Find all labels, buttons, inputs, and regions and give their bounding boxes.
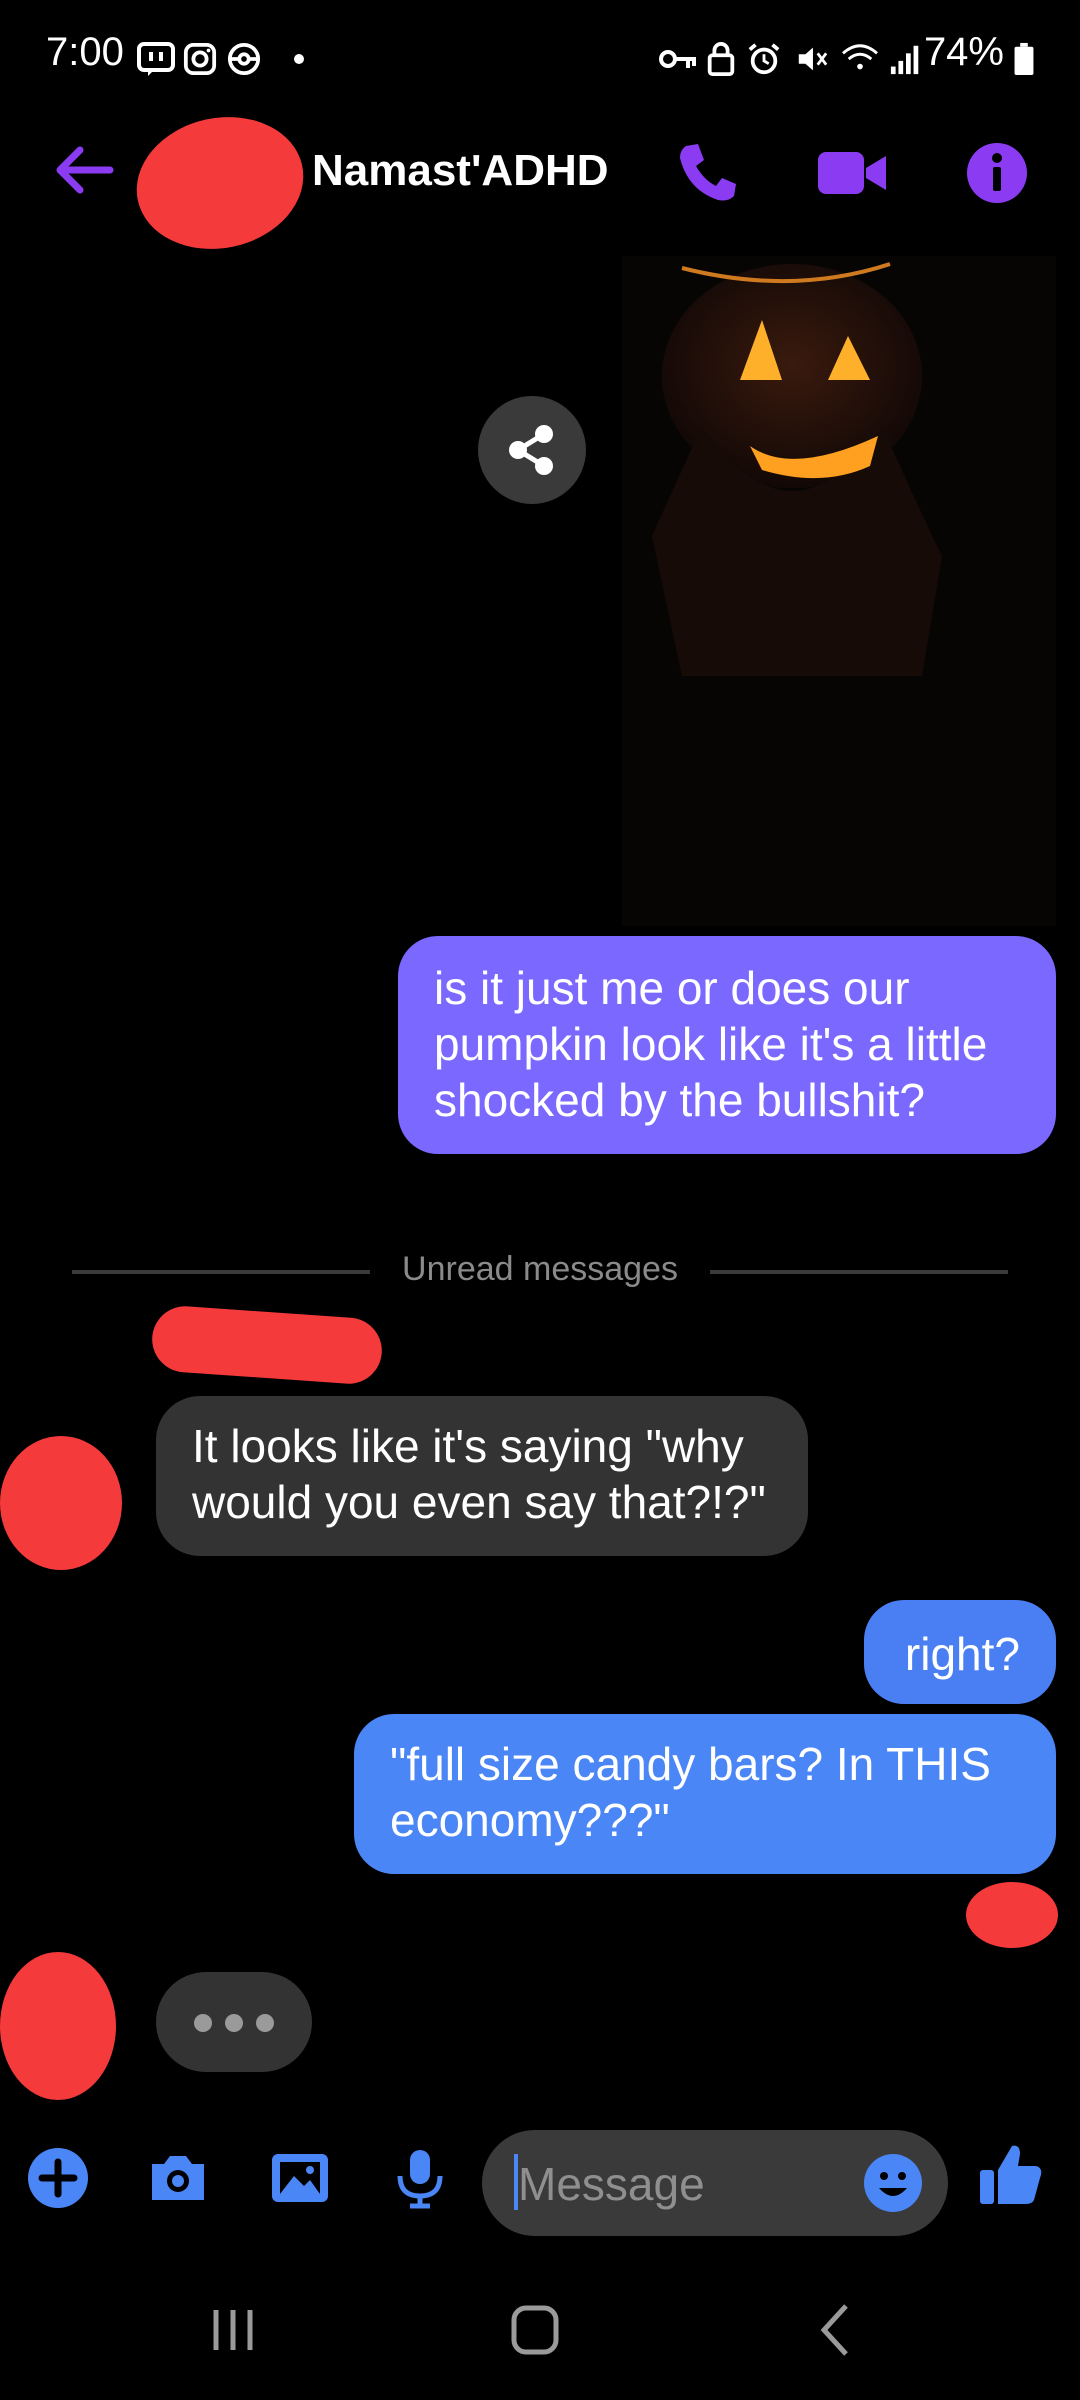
sender-avatar-redaction bbox=[0, 1436, 122, 1570]
typing-dot bbox=[194, 2014, 212, 2032]
video-call-icon[interactable] bbox=[814, 138, 890, 208]
gallery-image-icon[interactable] bbox=[268, 2146, 332, 2210]
divider-line-right bbox=[710, 1270, 1008, 1274]
typing-indicator bbox=[156, 1972, 312, 2072]
recent-apps-icon[interactable] bbox=[188, 2290, 278, 2370]
sent-message-bubble[interactable]: is it just me or does our pumpkin look l… bbox=[398, 936, 1056, 1154]
avatar-redaction bbox=[124, 101, 316, 265]
alarm-icon bbox=[748, 43, 780, 75]
mute-icon bbox=[798, 47, 828, 71]
sender-name-redaction bbox=[149, 1304, 385, 1386]
home-button-icon[interactable] bbox=[490, 2290, 580, 2370]
contact-name[interactable]: Namast'ADHD bbox=[312, 146, 609, 196]
microphone-icon[interactable] bbox=[388, 2146, 452, 2210]
shared-photo-jack-o-lantern[interactable] bbox=[622, 256, 1056, 926]
notification-chat-icon bbox=[137, 42, 175, 76]
more-notifications-dot bbox=[294, 54, 304, 64]
signal-icon bbox=[890, 45, 919, 75]
battery-icon bbox=[1014, 42, 1034, 76]
share-icon bbox=[509, 425, 553, 475]
status-time: 7:00 bbox=[46, 30, 124, 74]
add-plus-icon[interactable] bbox=[26, 2146, 90, 2210]
info-icon[interactable] bbox=[962, 138, 1032, 208]
sent-message-bubble[interactable]: "full size candy bars? In THIS economy??… bbox=[354, 1714, 1056, 1874]
instagram-icon bbox=[183, 42, 217, 76]
thumbs-up-like-icon[interactable] bbox=[976, 2140, 1046, 2210]
pokeball-icon bbox=[227, 42, 261, 76]
wifi-icon bbox=[842, 44, 878, 70]
vpn-key-icon bbox=[659, 50, 696, 68]
system-back-icon[interactable] bbox=[792, 2290, 882, 2370]
typing-dot bbox=[225, 2014, 243, 2032]
typing-avatar-redaction bbox=[0, 1952, 116, 2100]
phone-call-icon[interactable] bbox=[672, 138, 742, 208]
camera-icon[interactable] bbox=[146, 2146, 210, 2210]
share-button[interactable] bbox=[478, 396, 586, 504]
back-arrow-icon[interactable] bbox=[50, 140, 120, 200]
sent-message-bubble[interactable]: right? bbox=[864, 1600, 1056, 1704]
message-field[interactable] bbox=[482, 2130, 948, 2236]
read-receipt-redaction bbox=[966, 1882, 1058, 1948]
battery-percentage: 74% bbox=[923, 30, 1004, 74]
emoji-smile-icon[interactable] bbox=[862, 2152, 924, 2214]
typing-dot bbox=[256, 2014, 274, 2032]
message-input[interactable] bbox=[516, 2148, 840, 2220]
lock-icon bbox=[707, 42, 735, 76]
received-message-bubble[interactable]: It looks like it's saying "why would you… bbox=[156, 1396, 808, 1556]
